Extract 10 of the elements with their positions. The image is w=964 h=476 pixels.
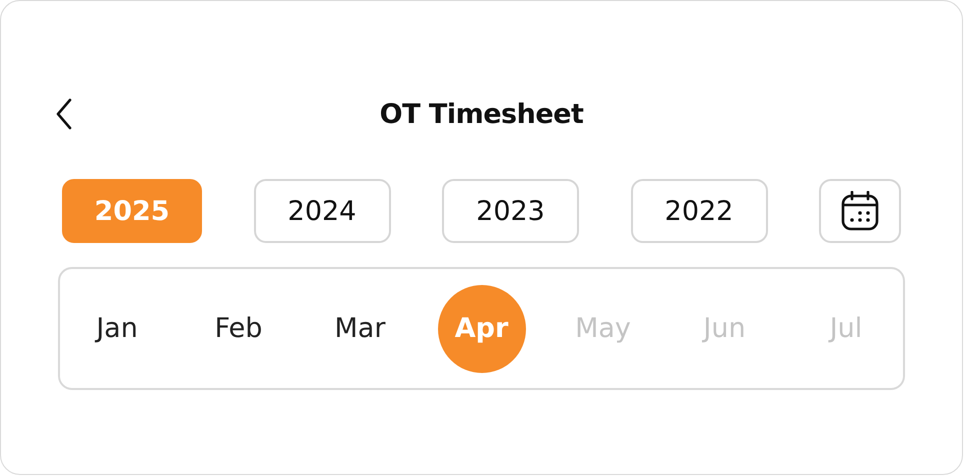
month-tab[interactable]: Feb: [194, 284, 282, 372]
year-tab[interactable]: 2022: [630, 179, 768, 243]
month-tab[interactable]: Jan: [73, 284, 161, 372]
calendar-button[interactable]: [819, 179, 901, 243]
back-icon[interactable]: [54, 98, 74, 130]
calendar-icon: [841, 191, 879, 231]
year-tab[interactable]: 2024: [254, 179, 390, 243]
page-title: OT Timesheet: [380, 98, 584, 130]
year-tab[interactable]: 2023: [442, 179, 579, 243]
month-tab[interactable]: Mar: [316, 284, 404, 372]
